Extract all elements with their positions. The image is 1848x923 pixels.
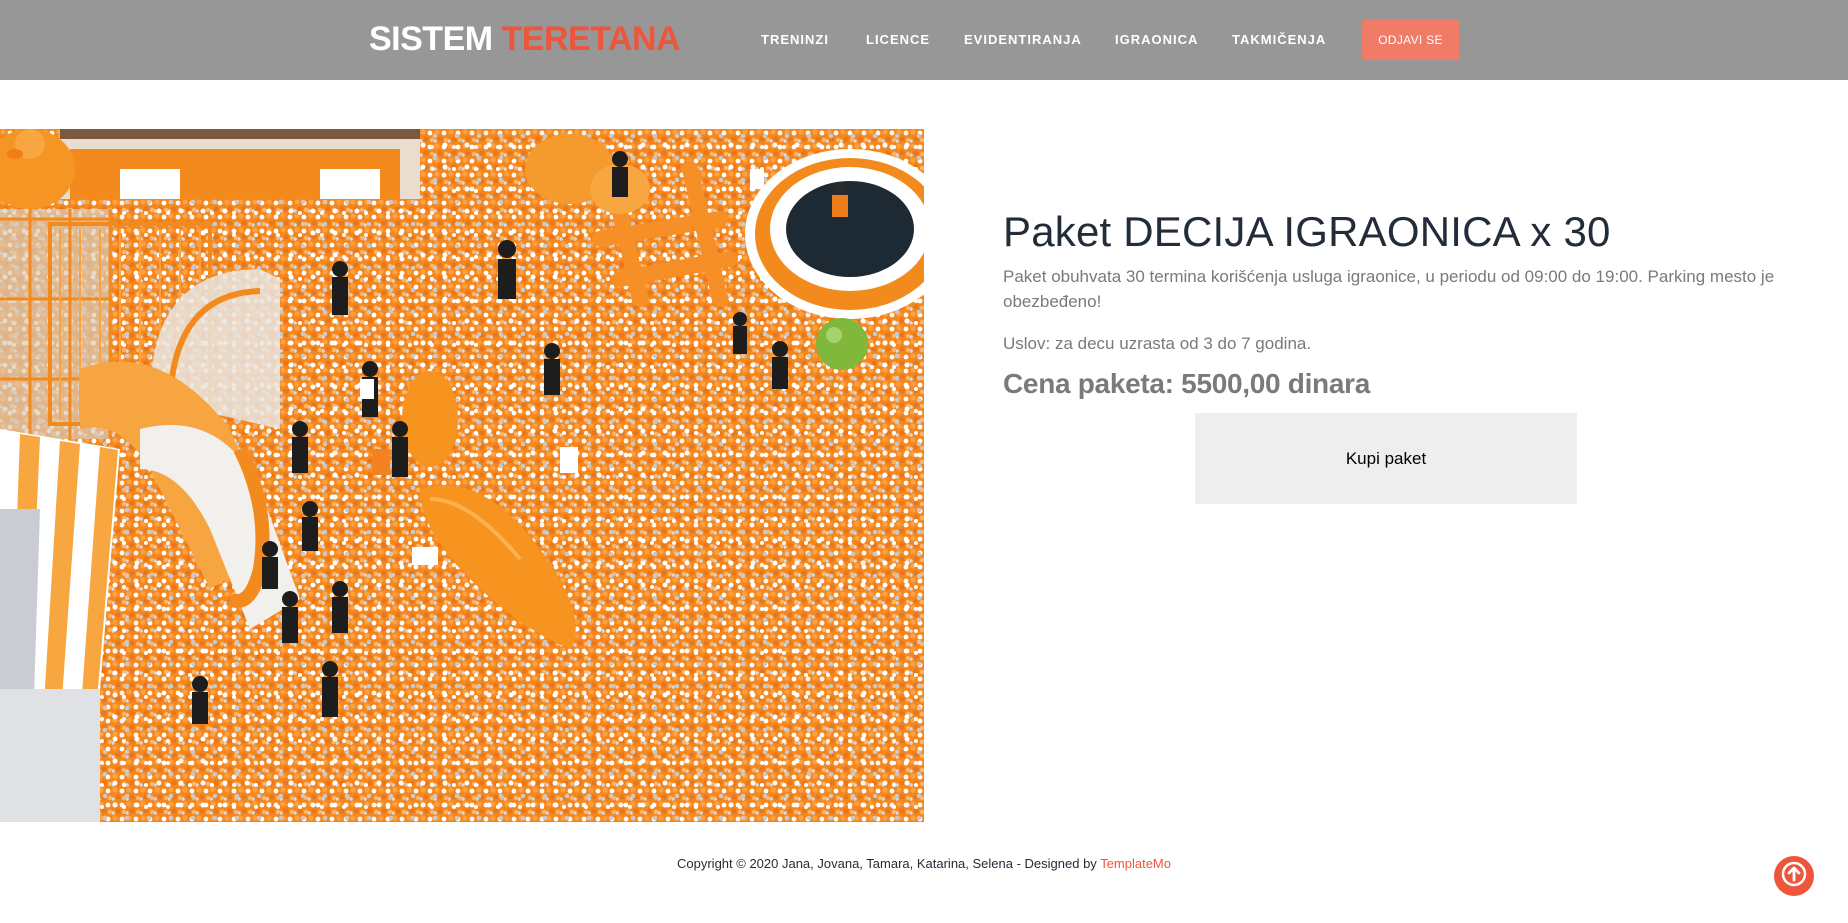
package-description: Paket obuhvata 30 termina korišćenja usl…: [1003, 267, 1775, 311]
nav-treninzi[interactable]: TRENINZI: [761, 31, 829, 49]
package-condition: Uslov: za decu uzrasta od 3 do 7 godina.: [1003, 334, 1312, 353]
copyright-text: Copyright © 2020 Jana, Jovana, Tamara, K…: [677, 856, 1101, 871]
arrow-up-icon: [1781, 861, 1807, 892]
top-header: SISTEM TERETANA TRENINZI LICENCE EVIDENT…: [0, 0, 1848, 80]
footer-copyright: Copyright © 2020 Jana, Jovana, Tamara, K…: [0, 855, 1848, 873]
playroom-photo: [0, 129, 924, 822]
nav-takmicenja[interactable]: TAKMIČENJA: [1232, 31, 1326, 49]
buy-package-button[interactable]: Kupi paket: [1195, 413, 1577, 504]
nav-licence[interactable]: LICENCE: [866, 31, 930, 49]
logo-part1: SISTEM: [369, 20, 493, 58]
package-title: Paket DECIJA IGRAONICA x 30: [1003, 208, 1611, 255]
logout-button[interactable]: ODJAVI SE: [1362, 20, 1459, 60]
site-logo[interactable]: SISTEM TERETANA: [369, 19, 681, 59]
scroll-to-top-button[interactable]: [1774, 856, 1814, 896]
templatemo-link[interactable]: TemplateMo: [1100, 856, 1171, 871]
nav-evidentiranja[interactable]: EVIDENTIRANJA: [964, 31, 1082, 49]
logo-part2: TERETANA: [501, 20, 681, 58]
package-price: Cena paketa: 5500,00 dinara: [1003, 368, 1370, 399]
nav-igraonica[interactable]: IGRAONICA: [1115, 31, 1198, 49]
